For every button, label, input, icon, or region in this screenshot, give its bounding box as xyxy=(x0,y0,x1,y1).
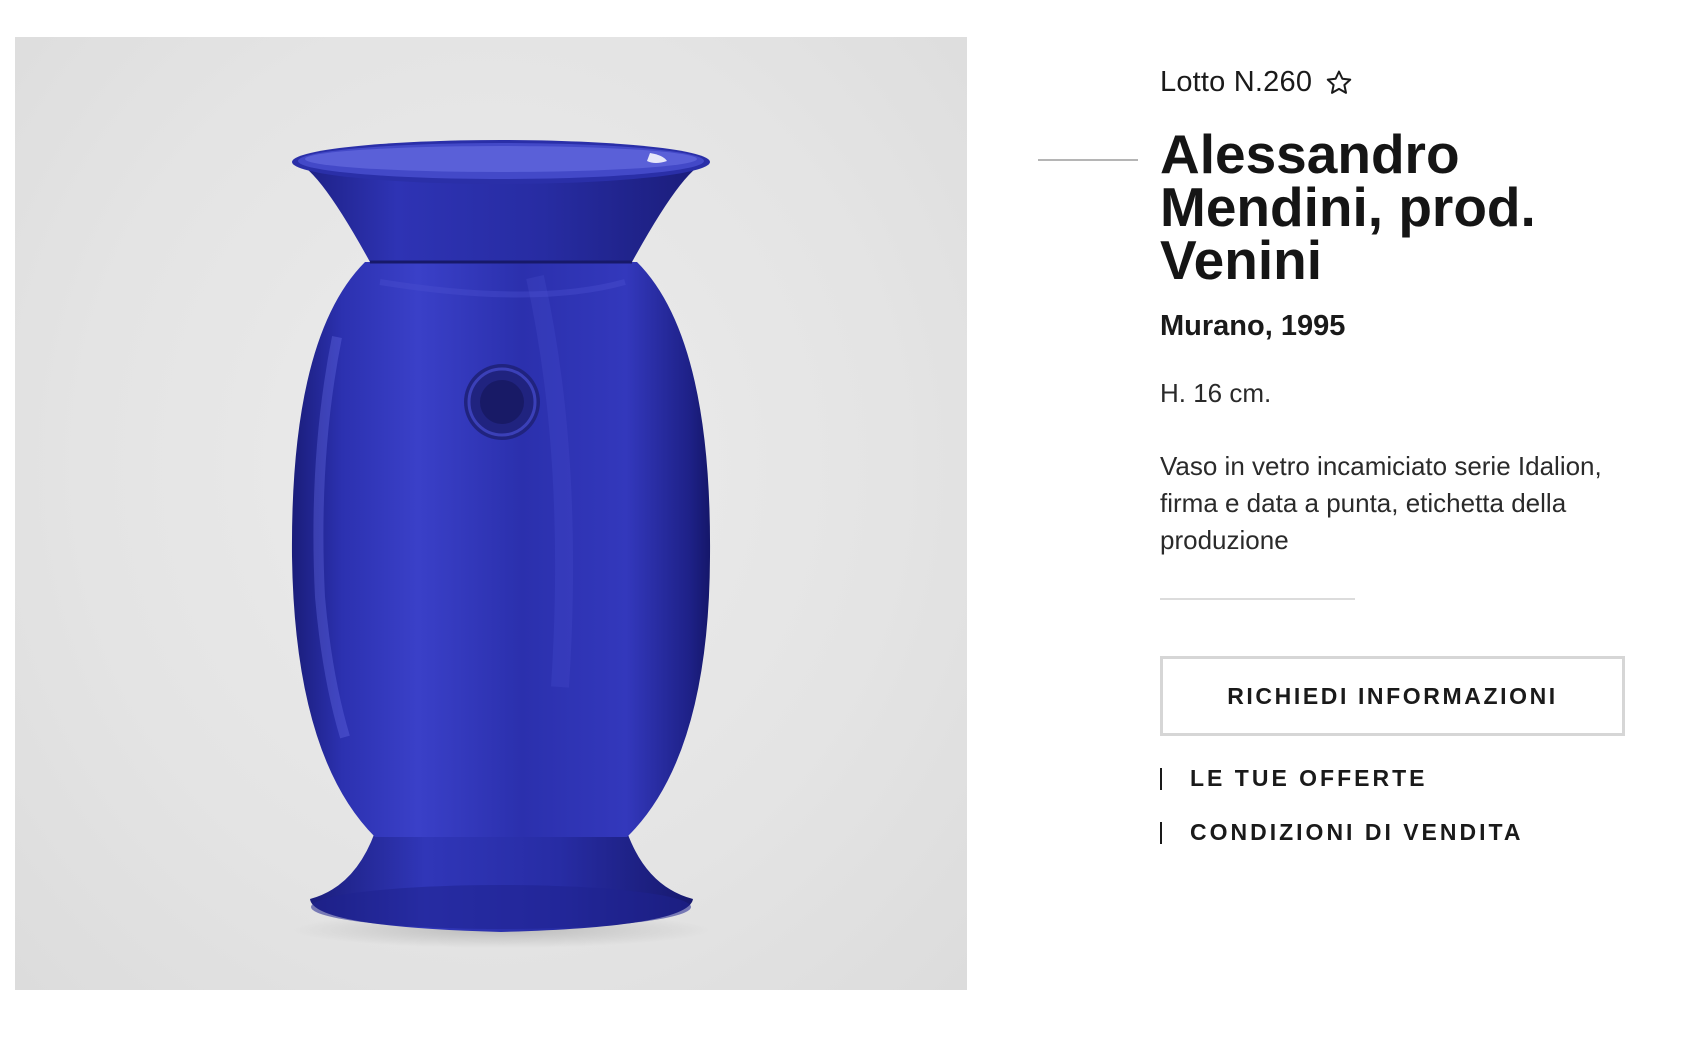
lot-description: Vaso in vetro incamiciato serie Idalion,… xyxy=(1160,451,1602,555)
vase-illustration xyxy=(291,140,711,948)
sale-conditions-link[interactable]: CONDIZIONI DI VENDITA xyxy=(1160,819,1523,846)
star-icon[interactable] xyxy=(1324,68,1354,98)
lot-header: Lotto N.260 xyxy=(1160,66,1354,99)
your-offers-label: LE TUE OFFERTE xyxy=(1190,765,1428,791)
lot-detail-page: Lotto N.260 Alessandro Mendini, prod. Ve… xyxy=(0,0,1681,1061)
lot-number: Lotto N.260 xyxy=(1160,66,1313,98)
lot-dimensions: H. 16 cm. xyxy=(1160,378,1272,408)
your-offers-link[interactable]: LE TUE OFFERTE xyxy=(1160,765,1428,792)
sale-conditions-label: CONDIZIONI DI VENDITA xyxy=(1190,819,1524,845)
request-info-button[interactable]: RICHIEDI INFORMAZIONI xyxy=(1160,656,1625,736)
section-divider xyxy=(1160,598,1355,600)
lot-title: Alessandro Mendini, prod. Venini xyxy=(1160,123,1536,291)
link-bar-icon xyxy=(1160,767,1162,790)
lot-origin: Murano, 1995 xyxy=(1160,310,1346,342)
lot-image[interactable] xyxy=(15,37,967,990)
link-bar-icon xyxy=(1160,821,1162,844)
title-accent-rule xyxy=(1038,159,1138,161)
